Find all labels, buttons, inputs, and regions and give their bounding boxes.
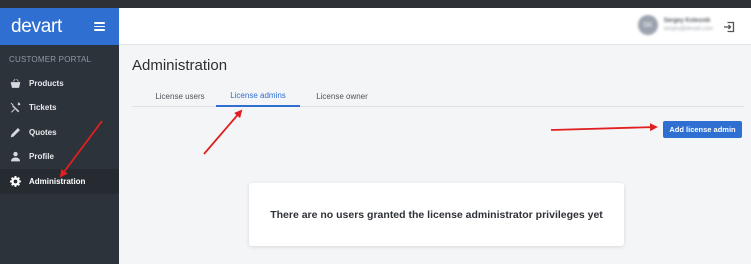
sidebar-item-label: Administration [29, 176, 86, 186]
logout-icon[interactable] [723, 20, 735, 33]
sidebar-item-label: Quotes [29, 127, 57, 137]
avatar: SK [637, 15, 658, 35]
annotation-arrow-add-button [550, 123, 658, 132]
sidebar-section-title: CUSTOMER PORTAL [9, 55, 92, 64]
sidebar-item-products[interactable]: Products [0, 71, 119, 96]
page-title: Administration [132, 57, 228, 74]
tab-license-admins[interactable]: License admins [216, 86, 300, 107]
sidebar: devart CUSTOMER PORTAL Products Tickets … [0, 8, 119, 264]
brand-bar: devart [0, 8, 119, 45]
sidebar-item-profile[interactable]: Profile [0, 145, 119, 170]
tools-icon [10, 102, 21, 113]
person-icon [10, 151, 21, 162]
basket-icon [10, 78, 21, 89]
sidebar-item-label: Products [29, 78, 64, 88]
pencil-icon [10, 127, 21, 138]
user-menu[interactable]: SK Sergey Kolesnik sergey@devart.com [637, 15, 713, 35]
empty-state-message: There are no users granted the license a… [270, 208, 603, 221]
tab-license-owner[interactable]: License owner [302, 86, 382, 107]
gear-icon [10, 175, 21, 187]
sidebar-item-label: Tickets [29, 103, 57, 113]
tab-bar: License users License admins License own… [132, 86, 744, 107]
window-top-strip [0, 0, 751, 8]
hamburger-menu-icon[interactable] [94, 22, 105, 31]
sidebar-item-administration[interactable]: Administration [0, 169, 119, 194]
user-name: Sergey Kolesnik [663, 18, 711, 24]
user-email: sergey@devart.com [663, 26, 713, 32]
sidebar-item-tickets[interactable]: Tickets [0, 96, 119, 121]
devart-logo[interactable]: devart [11, 16, 62, 38]
annotation-arrow-license-admins-tab [203, 109, 243, 155]
empty-state-card: There are no users granted the license a… [249, 183, 624, 246]
top-header: SK Sergey Kolesnik sergey@devart.com [119, 8, 751, 45]
sidebar-nav: Products Tickets Quotes Profile Administ… [0, 71, 119, 194]
add-license-admin-button[interactable]: Add license admin [663, 121, 742, 138]
tab-license-users[interactable]: License users [140, 86, 220, 107]
sidebar-item-quotes[interactable]: Quotes [0, 120, 119, 145]
sidebar-item-label: Profile [29, 152, 54, 162]
